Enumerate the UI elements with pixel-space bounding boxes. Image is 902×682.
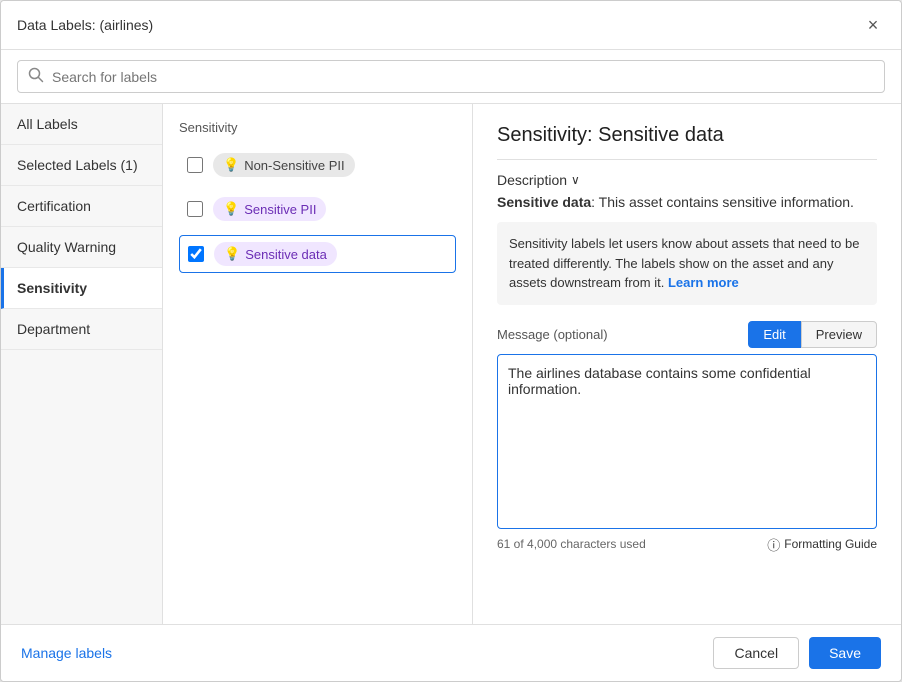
manage-labels-link[interactable]: Manage labels [21, 645, 112, 661]
lamp-icon-sensitive-pii: 💡 [223, 201, 239, 217]
formatting-guide-link[interactable]: ⓘ Formatting Guide [767, 535, 877, 554]
footer-buttons: Cancel Save [713, 637, 881, 669]
cancel-button[interactable]: Cancel [713, 637, 799, 669]
search-input[interactable] [52, 69, 874, 85]
dialog-title: Data Labels: (airlines) [17, 17, 153, 33]
center-panel: Sensitivity 💡 Non-Sensitive PII 💡 Sensit… [163, 104, 473, 624]
description-text: Sensitive data: This asset contains sens… [497, 194, 877, 210]
info-box: Sensitivity labels let users know about … [497, 222, 877, 305]
message-section: Message (optional) Edit Preview The airl… [497, 321, 877, 554]
dialog-footer: Manage labels Cancel Save [1, 624, 901, 681]
message-header: Message (optional) Edit Preview [497, 321, 877, 348]
sidebar-item-department[interactable]: Department [1, 309, 162, 350]
formatting-guide-label: Formatting Guide [784, 537, 877, 551]
right-panel: Sensitivity: Sensitive data Description … [473, 104, 901, 624]
label-chip-non-sensitive-pii: 💡 Non-Sensitive PII [213, 153, 355, 177]
label-text-non-sensitive-pii: Non-Sensitive PII [244, 158, 344, 173]
sidebar-item-all-labels[interactable]: All Labels [1, 104, 162, 145]
label-row-non-sensitive-pii[interactable]: 💡 Non-Sensitive PII [179, 147, 456, 183]
search-icon [28, 67, 44, 86]
save-button[interactable]: Save [809, 637, 881, 669]
chevron-down-icon: ∨ [571, 173, 580, 187]
lamp-icon-sensitive-data: 💡 [224, 246, 240, 262]
description-rest: : This asset contains sensitive informat… [591, 194, 854, 210]
description-label: Description [497, 172, 567, 188]
right-title: Sensitivity: Sensitive data [497, 124, 877, 147]
divider [497, 159, 877, 160]
label-row-sensitive-data[interactable]: 💡 Sensitive data [179, 235, 456, 273]
sidebar-item-quality-warning[interactable]: Quality Warning [1, 227, 162, 268]
message-textarea[interactable]: The airlines database contains some conf… [497, 354, 877, 529]
center-section-title: Sensitivity [179, 120, 456, 135]
preview-tab[interactable]: Preview [801, 321, 877, 348]
message-tabs: Edit Preview [748, 321, 877, 348]
description-header[interactable]: Description ∨ [497, 172, 877, 188]
message-footer: 61 of 4,000 characters used ⓘ Formatting… [497, 535, 877, 554]
dialog-body: All Labels Selected Labels (1) Certifica… [1, 104, 901, 624]
label-text-sensitive-pii: Sensitive PII [244, 202, 316, 217]
dialog-container: Data Labels: (airlines) × All Labels Sel… [0, 0, 902, 682]
lamp-icon-non-sensitive: 💡 [223, 157, 239, 173]
close-button[interactable]: × [861, 13, 885, 37]
sidebar-item-sensitivity[interactable]: Sensitivity [1, 268, 162, 309]
message-label: Message (optional) [497, 327, 608, 342]
search-input-wrap [17, 60, 885, 93]
learn-more-link[interactable]: Learn more [668, 275, 739, 290]
title-bar: Data Labels: (airlines) × [1, 1, 901, 50]
sidebar: All Labels Selected Labels (1) Certifica… [1, 104, 163, 624]
char-count: 61 of 4,000 characters used [497, 537, 646, 551]
info-icon: ⓘ [767, 535, 780, 554]
label-row-sensitive-pii[interactable]: 💡 Sensitive PII [179, 191, 456, 227]
checkbox-sensitive-pii[interactable] [187, 201, 203, 217]
sidebar-item-selected-labels[interactable]: Selected Labels (1) [1, 145, 162, 186]
sidebar-item-certification[interactable]: Certification [1, 186, 162, 227]
description-bold: Sensitive data [497, 194, 591, 210]
label-chip-sensitive-pii: 💡 Sensitive PII [213, 197, 326, 221]
label-chip-sensitive-data: 💡 Sensitive data [214, 242, 337, 266]
checkbox-non-sensitive-pii[interactable] [187, 157, 203, 173]
checkbox-sensitive-data[interactable] [188, 246, 204, 262]
search-bar [1, 50, 901, 104]
label-text-sensitive-data: Sensitive data [245, 247, 327, 262]
edit-tab[interactable]: Edit [748, 321, 800, 348]
